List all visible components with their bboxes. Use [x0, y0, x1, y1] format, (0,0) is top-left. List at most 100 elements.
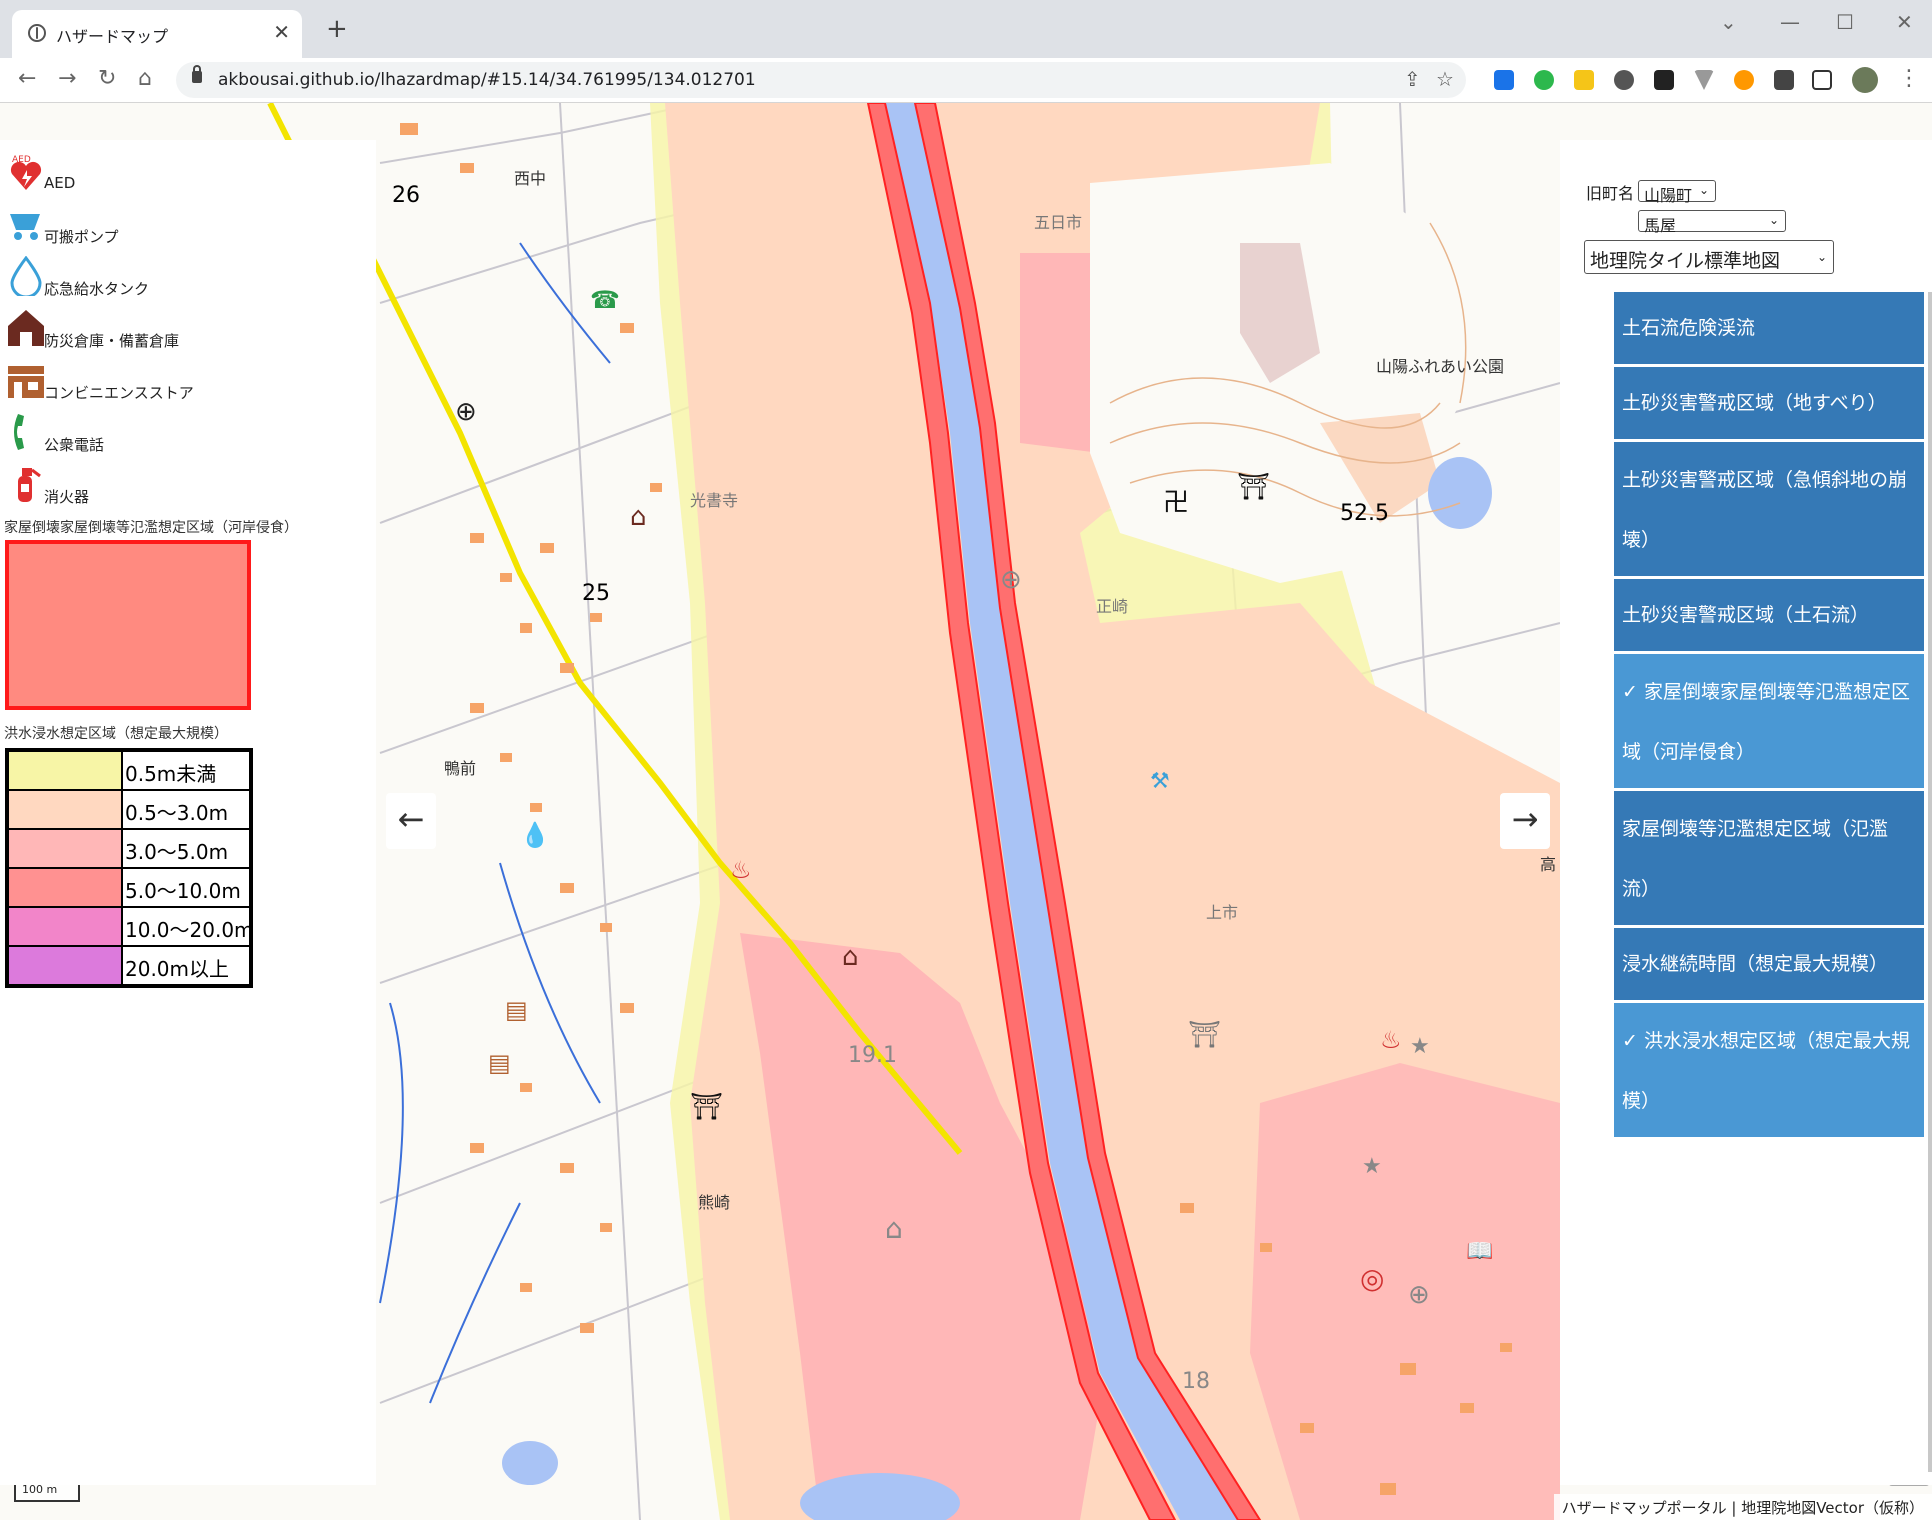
aed-icon: AED — [10, 155, 42, 190]
chevron-down-icon: ⌄ — [1768, 213, 1779, 227]
menu-dots-icon[interactable]: ⋮ — [1898, 66, 1920, 91]
layer-toggle[interactable]: 浸水継続時間（想定最大規模） — [1614, 928, 1924, 1000]
flood-level-row: 5.0～10.0m — [9, 869, 249, 908]
chevron-down-icon: ⌄ — [1698, 183, 1709, 197]
extension-icon[interactable] — [1614, 70, 1634, 90]
place-name: 高 — [1540, 855, 1557, 874]
close-window-icon[interactable]: ✕ — [1896, 10, 1913, 34]
extension-icon[interactable] — [1734, 70, 1754, 90]
home-icon[interactable]: ⌂ — [138, 66, 152, 91]
avatar[interactable] — [1852, 67, 1878, 93]
svg-text:☎: ☎ — [590, 286, 620, 314]
svg-text:◎: ◎ — [1360, 1262, 1384, 1295]
town-select-value: 山陽町 — [1644, 186, 1693, 205]
reload-icon[interactable]: ↻ — [98, 66, 116, 91]
extension-icon[interactable] — [1694, 70, 1714, 90]
evernote-icon[interactable] — [1534, 70, 1554, 90]
flood-level-row: 0.5～3.0m — [9, 791, 249, 830]
place-name: 熊崎 — [698, 1193, 731, 1212]
bookmark-star-icon[interactable]: ☆ — [1436, 67, 1454, 91]
svg-text:⛩: ⛩ — [1188, 1020, 1221, 1050]
puzzle-icon[interactable] — [1774, 70, 1794, 90]
legend-panel: AED AED 可搬ポンプ 応急給水タンク 防災倉庫・備蓄倉庫 コンビニエンスス… — [0, 140, 376, 1485]
place-name: 正崎 — [1096, 597, 1129, 616]
town-label: 旧町名 — [1586, 184, 1635, 203]
erosion-swatch — [5, 540, 251, 710]
flood-depth-legend: 0.5m未満 0.5～3.0m 3.0～5.0m 5.0～10.0m 10.0～… — [5, 748, 254, 988]
layer-toggle-active[interactable]: ✓ 家屋倒壊家屋倒壊等氾濫想定区域（河岸侵食） — [1614, 654, 1924, 788]
flood-level-label: 20.0m以上 — [125, 957, 230, 981]
layer-panel: 旧町名 山陽町 ⌄ 馬屋 ⌄ 地理院タイル標準地図 ⌄ 土石流危険渓流 土砂災害警戒区… — [1560, 140, 1932, 1485]
layer-toggle[interactable]: 家屋倒壊等氾濫想定区域（氾濫流） — [1614, 791, 1924, 925]
lock-icon — [192, 65, 202, 83]
svg-text:⌂: ⌂ — [885, 1212, 903, 1245]
flood-legend-title: 洪水浸水想定区域（想定最大規模） — [4, 726, 228, 742]
phone-icon — [14, 414, 24, 450]
svg-text:▤: ▤ — [505, 996, 528, 1024]
svg-text:♨: ♨ — [1380, 1026, 1402, 1054]
new-tab-icon[interactable]: + — [326, 14, 348, 44]
flood-level-row: 0.5m未満 — [9, 752, 249, 791]
forward-icon[interactable]: → — [58, 66, 76, 91]
attribution[interactable]: ハザードマップポータル | 地理院地図Vector（仮称） — [1553, 1494, 1932, 1520]
svg-text:⊕: ⊕ — [1408, 1280, 1430, 1310]
flood-swatch — [9, 947, 123, 984]
flood-level-row: 20.0m以上 — [9, 947, 249, 984]
flood-swatch — [9, 752, 123, 789]
svg-text:⊕: ⊕ — [455, 397, 477, 427]
tab-search-icon[interactable]: ⌄ — [1720, 10, 1737, 34]
place-name: 山陽ふれあい公園 — [1376, 357, 1505, 376]
next-arrow-button[interactable]: → — [1500, 793, 1550, 849]
svg-text:⌂: ⌂ — [630, 502, 647, 532]
sidepanel-icon[interactable] — [1812, 70, 1832, 90]
pump-icon — [10, 214, 40, 240]
legend-label: 防災倉庫・備蓄倉庫 — [44, 332, 180, 350]
browser-tab[interactable]: ハザードマップ ✕ — [12, 10, 302, 58]
place-name: 鴨前 — [444, 759, 477, 778]
svg-text:⚒: ⚒ — [1150, 769, 1170, 794]
flood-level-label: 0.5m未満 — [125, 762, 217, 786]
place-name: 西中 — [514, 169, 547, 188]
place-name: 五日市 — [1034, 213, 1083, 232]
prev-arrow-button[interactable]: ← — [386, 793, 436, 849]
town-select[interactable]: 山陽町 ⌄ — [1638, 180, 1716, 205]
minimize-icon[interactable]: — — [1780, 10, 1800, 34]
basemap-select-value: 地理院タイル標準地図 — [1590, 250, 1781, 272]
layer-toggle[interactable]: 土石流危険渓流 — [1614, 292, 1924, 364]
svg-text:▤: ▤ — [488, 1049, 511, 1077]
elevation-label: 52.5 — [1340, 501, 1389, 526]
svg-text:⛩: ⛩ — [1237, 472, 1270, 502]
browser-tab-strip: ハザードマップ ✕ + ⌄ — ☐ ✕ — [0, 0, 1932, 58]
flood-level-row: 10.0～20.0m — [9, 908, 254, 947]
address-bar[interactable]: akbousai.github.io/lhazardmap/#15.14/34.… — [176, 62, 1466, 98]
extension-icon[interactable] — [1574, 70, 1594, 90]
maximize-icon[interactable]: ☐ — [1836, 10, 1854, 34]
elevation-label: 19.1 — [848, 1043, 897, 1068]
erosion-legend-title: 家屋倒壊家屋倒壊等氾濫想定区域（河岸侵食） — [4, 520, 298, 536]
svg-text:⛩: ⛩ — [690, 1092, 723, 1122]
extension-icon[interactable] — [1494, 70, 1514, 90]
back-icon[interactable]: ← — [18, 66, 36, 91]
svg-text:♨: ♨ — [730, 856, 752, 884]
layer-toggle-active[interactable]: ✓ 洪水浸水想定区域（想定最大規模） — [1614, 1003, 1924, 1137]
layer-toggle[interactable]: 土砂災害警戒区域（急傾斜地の崩壊） — [1614, 442, 1924, 576]
district-select[interactable]: 馬屋 ⌄ — [1638, 210, 1786, 235]
tab-title: ハザードマップ — [56, 27, 169, 46]
layer-toggle[interactable]: 土砂災害警戒区域（地すべり） — [1614, 367, 1924, 439]
storehouse-icon — [8, 310, 44, 346]
elevation-label: 26 — [392, 183, 420, 208]
water-tank-icon — [10, 256, 42, 296]
extension-icon[interactable] — [1654, 70, 1674, 90]
flood-swatch — [9, 830, 123, 867]
layer-toggle[interactable]: 土砂災害警戒区域（土石流） — [1614, 579, 1924, 651]
svg-text:📖: 📖 — [1466, 1239, 1493, 1264]
panel-scrollbar[interactable] — [1928, 292, 1932, 1472]
layer-list: 土石流危険渓流 土砂災害警戒区域（地すべり） 土砂災害警戒区域（急傾斜地の崩壊）… — [1614, 292, 1924, 1140]
svg-text:卍: 卍 — [1163, 488, 1189, 518]
globe-icon — [28, 24, 46, 42]
share-icon[interactable]: ⇪ — [1404, 67, 1421, 91]
basemap-select[interactable]: 地理院タイル標準地図 ⌄ — [1584, 240, 1834, 274]
flood-swatch — [9, 791, 123, 828]
close-tab-icon[interactable]: ✕ — [273, 20, 290, 44]
flood-level-row: 3.0～5.0m — [9, 830, 249, 869]
